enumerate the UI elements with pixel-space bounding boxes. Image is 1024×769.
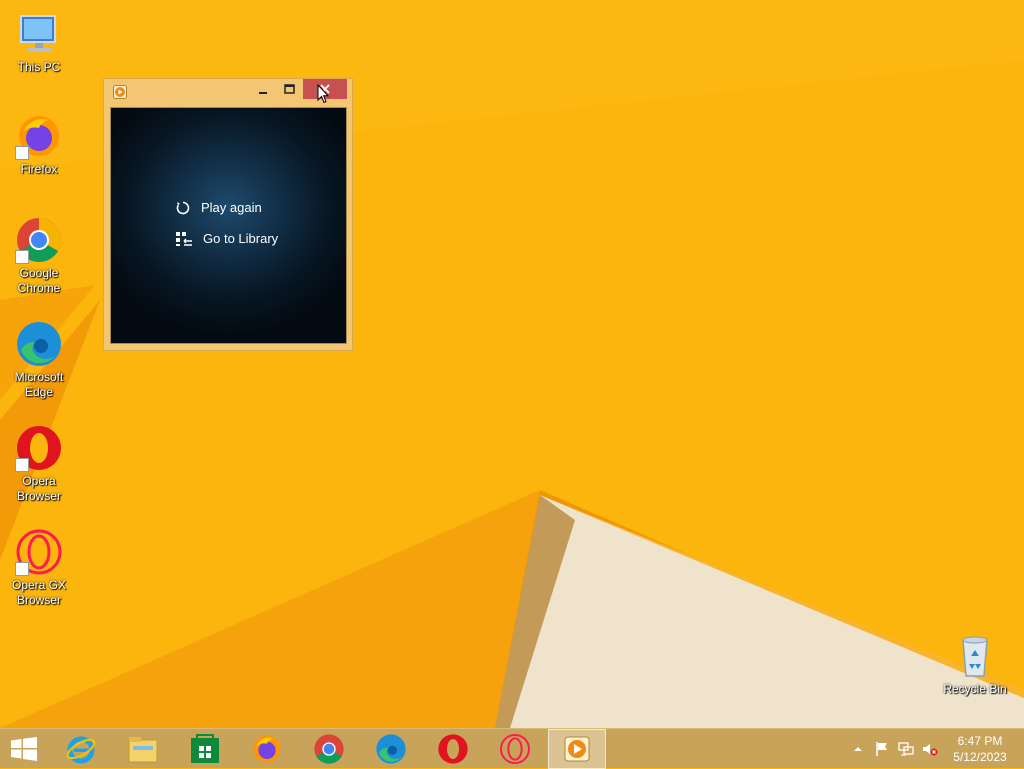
shortcut-arrow-icon [15,458,29,472]
clock-date: 5/12/2023 [953,750,1007,764]
computer-icon [15,10,63,58]
go-to-library-label: Go to Library [203,231,279,246]
play-again-button[interactable]: Play again [175,197,262,219]
action-center-flag-icon[interactable] [874,741,890,757]
taskbar-store[interactable] [176,729,234,769]
go-to-library-button[interactable]: Go to Library [175,228,278,250]
opera-gx-icon [500,734,530,764]
taskbar-internet-explorer[interactable] [52,729,110,769]
clock-time: 6:47 PM [957,734,1003,748]
taskbar-firefox[interactable] [238,729,296,769]
shortcut-arrow-icon [15,146,29,160]
show-hidden-icons-chevron[interactable] [850,741,866,757]
desktop-icon-google-chrome[interactable]: Google Chrome [2,216,76,296]
play-again-label: Play again [201,200,262,215]
chrome-icon [15,216,63,264]
minimize-button[interactable] [250,79,276,99]
mouse-cursor-icon [317,84,329,104]
store-icon [191,734,219,763]
firefox-icon [253,735,281,763]
shortcut-arrow-icon [15,562,29,576]
volume-muted-icon[interactable] [922,741,938,757]
shortcut-arrow-icon [15,250,29,264]
desktop: This PC Firefox Google Chrome Microsoft … [0,0,1024,728]
media-player-window[interactable]: Play again Go to Library [103,78,353,351]
taskbar-file-explorer[interactable] [114,729,172,769]
taskbar: 6:47 PM 5/12/2023 [0,728,1024,769]
taskbar-edge[interactable] [362,729,420,769]
desktop-icon-label: Opera Browser [16,474,61,503]
taskbar-opera[interactable] [424,729,482,769]
file-explorer-icon [128,737,158,763]
desktop-icon-label: Opera GX Browser [11,578,67,607]
player-content-area: Play again Go to Library [110,107,347,344]
taskbar-clock[interactable]: 6:47 PM 5/12/2023 [944,733,1016,765]
windows-logo-icon [11,737,37,761]
replay-icon [176,201,190,215]
chrome-icon [314,734,344,764]
desktop-icon-this-pc[interactable]: This PC [2,10,76,75]
internet-explorer-icon [66,736,96,764]
windows-media-player-icon [113,85,127,99]
recycle-bin-icon [951,632,999,680]
desktop-icon-recycle-bin[interactable]: Recycle Bin [938,632,1012,697]
maximize-icon [284,84,295,94]
taskbar-chrome[interactable] [300,729,358,769]
window-titlebar[interactable] [104,79,352,107]
library-icon [176,232,192,246]
desktop-icon-firefox[interactable]: Firefox [2,112,76,177]
desktop-icon-label: This PC [17,60,61,74]
desktop-icon-label: Firefox [20,162,58,176]
minimize-icon [259,92,267,94]
desktop-icon-opera-gx-browser[interactable]: Opera GX Browser [2,528,76,608]
opera-gx-icon [15,528,63,576]
edge-icon [15,320,63,368]
taskbar-windows-media-player[interactable] [548,729,606,769]
maximize-button[interactable] [276,79,302,99]
taskbar-opera-gx[interactable] [486,729,544,769]
opera-icon [438,734,468,764]
desktop-icon-microsoft-edge[interactable]: Microsoft Edge [2,320,76,400]
network-icon[interactable] [898,741,914,757]
windows-media-player-icon [564,736,590,762]
start-button[interactable] [0,729,48,769]
desktop-icon-opera-browser[interactable]: Opera Browser [2,424,76,504]
opera-icon [15,424,63,472]
desktop-icon-label: Recycle Bin [943,682,1007,696]
desktop-icon-label: Microsoft Edge [14,370,64,399]
edge-icon [376,734,406,764]
desktop-icon-label: Google Chrome [17,266,61,295]
firefox-icon [15,112,63,160]
